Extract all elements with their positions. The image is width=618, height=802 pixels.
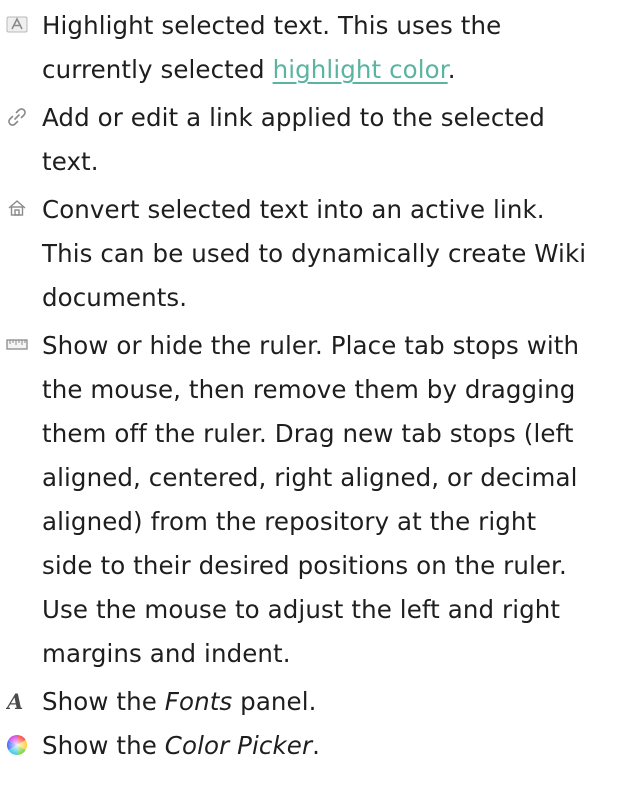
list-item-ruler: Show or hide the ruler. Place tab stops …: [0, 324, 618, 676]
item-text-line: aligned, centered, right aligned, or dec…: [42, 463, 578, 492]
help-document: Highlight selected text. This uses the c…: [0, 0, 618, 802]
list-item-link: Add or edit a link applied to the select…: [0, 96, 618, 184]
item-text-line: Use the mouse to adjust the left and rig…: [42, 595, 561, 624]
fonts-panel-label: Fonts: [164, 687, 233, 716]
item-text-line: This can be used to dynamically create W…: [42, 239, 587, 268]
color-picker-icon: [6, 724, 32, 768]
item-text-line: Highlight selected text. This uses the: [42, 11, 502, 40]
item-text-line: text.: [42, 147, 99, 176]
svg-text:A: A: [6, 690, 23, 714]
active-link-icon: [6, 188, 32, 232]
list-item-fonts: A Show the Fonts panel.: [0, 680, 618, 724]
list-item-active-link: Convert selected text into an active lin…: [0, 188, 618, 320]
item-text-line: margins and indent.: [42, 639, 291, 668]
fonts-icon: A: [6, 680, 32, 724]
item-text-line: the mouse, then remove them by dragging: [42, 375, 576, 404]
item-text-line: Show the Color Picker.: [42, 724, 320, 768]
color-picker-label: Color Picker: [164, 731, 313, 760]
ruler-icon: [6, 324, 32, 368]
item-text-segment: currently selected: [42, 55, 273, 84]
item-text-line: documents.: [42, 283, 188, 312]
highlight-color-link[interactable]: highlight color: [273, 55, 448, 84]
highlight-icon: [6, 4, 32, 48]
link-icon: [6, 96, 32, 140]
item-text-line: them off the ruler. Drag new tab stops (…: [42, 419, 574, 448]
item-text-line: side to their desired positions on the r…: [42, 551, 567, 580]
item-text-segment: Show the: [42, 731, 165, 760]
item-text-line: Add or edit a link applied to the select…: [42, 103, 545, 132]
list-item-highlight: Highlight selected text. This uses the c…: [0, 4, 618, 92]
item-text-line: Convert selected text into an active lin…: [42, 195, 545, 224]
item-text-line: aligned) from the repository at the righ…: [42, 507, 537, 536]
item-text-segment: panel.: [232, 687, 317, 716]
item-text-segment: .: [447, 55, 456, 84]
item-text-line: currently selected highlight color.: [42, 48, 456, 92]
item-text-line: Show or hide the ruler. Place tab stops …: [42, 331, 580, 360]
item-text-line: Show the Fonts panel.: [42, 680, 317, 724]
item-text-segment: Show the: [42, 687, 165, 716]
list-item-color-picker: Show the Color Picker.: [0, 724, 618, 768]
item-text-segment: .: [312, 731, 321, 760]
